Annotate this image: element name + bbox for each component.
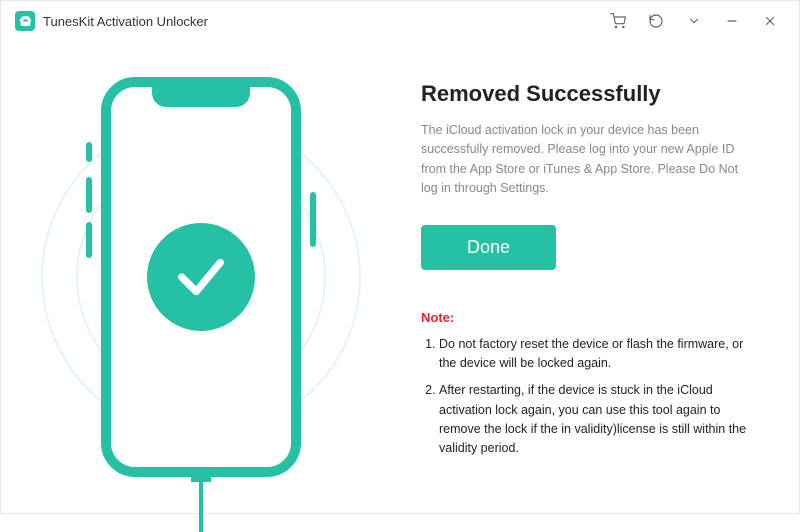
phone-cable <box>199 477 203 532</box>
cart-icon[interactable] <box>599 6 637 36</box>
chevron-down-icon[interactable] <box>675 6 713 36</box>
phone-frame <box>101 77 301 477</box>
phone-side-button <box>86 142 92 162</box>
done-button[interactable]: Done <box>421 225 556 270</box>
close-button[interactable] <box>751 6 789 36</box>
phone-graphic <box>101 77 301 477</box>
info-pane: Removed Successfully The iCloud activati… <box>401 41 799 513</box>
note-label: Note: <box>421 310 755 325</box>
app-logo-icon <box>15 11 35 31</box>
titlebar: TunesKit Activation Unlocker <box>1 1 799 41</box>
note-item: Do not factory reset the device or flash… <box>439 335 755 374</box>
minimize-button[interactable] <box>713 6 751 36</box>
phone-side-button <box>310 192 316 247</box>
titlebar-right <box>599 6 789 36</box>
phone-side-button <box>86 222 92 258</box>
titlebar-left: TunesKit Activation Unlocker <box>15 11 208 31</box>
note-item: After restarting, if the device is stuck… <box>439 381 755 459</box>
description-text: The iCloud activation lock in your devic… <box>421 121 755 199</box>
app-title: TunesKit Activation Unlocker <box>43 14 208 29</box>
page-title: Removed Successfully <box>421 81 755 107</box>
illustration-pane <box>1 41 401 513</box>
content: Removed Successfully The iCloud activati… <box>1 41 799 513</box>
phone-notch <box>152 87 250 107</box>
phone-side-button <box>86 177 92 213</box>
note-list: Do not factory reset the device or flash… <box>421 335 755 459</box>
success-check-icon <box>147 223 255 331</box>
history-icon[interactable] <box>637 6 675 36</box>
